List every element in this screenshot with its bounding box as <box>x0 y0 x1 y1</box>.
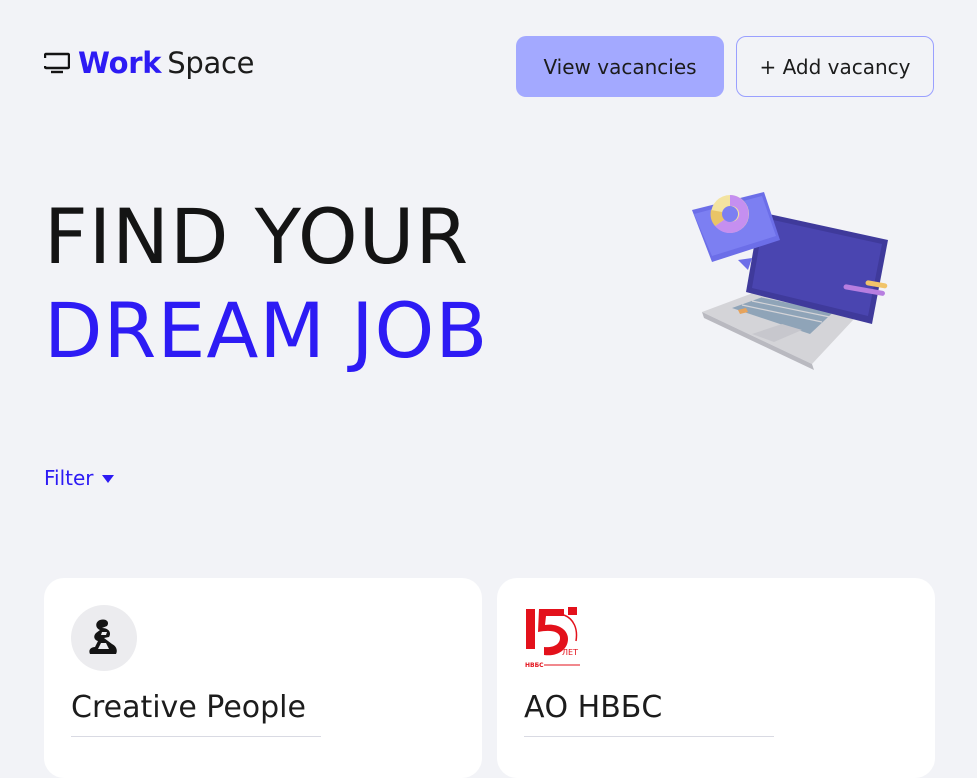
divider <box>524 736 774 737</box>
logo-work: Work <box>78 46 162 80</box>
company-card[interactable]: ЛЕТ НВБС АО НВБС <box>497 578 935 778</box>
caret-down-icon <box>101 475 114 483</box>
hero-title-line2: DREAM JOB <box>44 286 489 375</box>
filter-label: Filter <box>44 466 94 490</box>
add-vacancy-button[interactable]: + Add vacancy <box>736 36 934 97</box>
nvbs-15-years-logo: ЛЕТ НВБС <box>524 605 590 671</box>
company-name: АО НВБС <box>524 690 663 725</box>
logo[interactable]: Work Space <box>44 46 254 80</box>
company-card[interactable]: Creative People <box>44 578 482 778</box>
company-name: Creative People <box>71 690 306 725</box>
laptop-chart-illustration <box>682 184 898 380</box>
monitor-icon <box>44 50 70 76</box>
view-vacancies-button[interactable]: View vacancies <box>516 36 724 97</box>
hero: FIND YOUR DREAM JOB <box>44 190 488 378</box>
creative-people-logo <box>71 605 137 671</box>
hero-title-line1: FIND YOUR <box>44 192 470 281</box>
header: Work Space View vacancies + Add vacancy <box>44 36 934 97</box>
divider <box>71 736 321 737</box>
filter-dropdown[interactable]: Filter <box>44 466 114 490</box>
logo-space: Space <box>167 46 255 80</box>
svg-text:ЛЕТ: ЛЕТ <box>562 648 578 657</box>
svg-text:НВБС: НВБС <box>525 662 544 669</box>
